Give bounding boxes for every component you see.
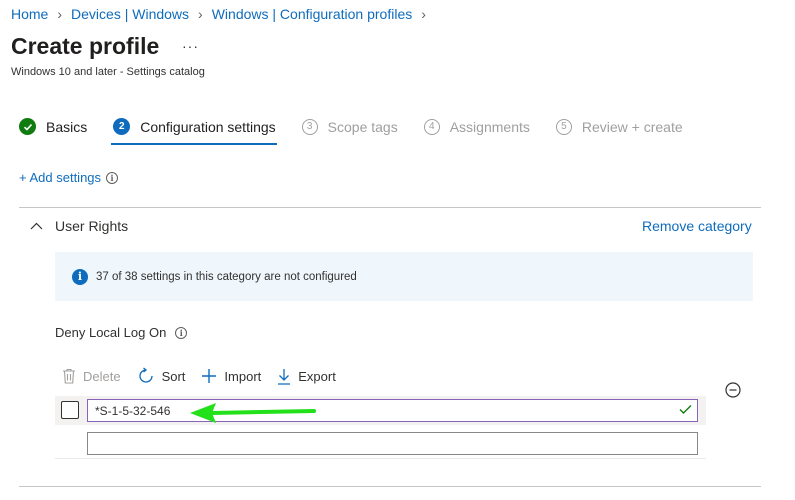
page-title: Create profile [11, 33, 160, 59]
plus-icon [202, 369, 217, 383]
step-number: 4 [423, 118, 440, 135]
chevron-right-icon: › [57, 6, 63, 22]
setting-value-input[interactable] [87, 399, 698, 422]
more-options-button[interactable]: ··· [182, 38, 199, 54]
step-review-create[interactable]: 5 Review + create [555, 118, 683, 137]
delete-button[interactable]: Delete [62, 368, 121, 384]
download-icon [278, 368, 291, 385]
info-icon[interactable]: i [175, 326, 188, 339]
sort-label: Sort [161, 368, 186, 384]
step-label: Assignments [449, 118, 530, 135]
divider [19, 207, 761, 208]
export-label: Export [298, 368, 336, 384]
add-settings-link[interactable]: + Add settings i [19, 170, 119, 185]
step-number: 3 [301, 118, 318, 135]
page-subtitle: Windows 10 and later - Settings catalog [11, 66, 205, 78]
export-button[interactable]: Export [277, 368, 336, 385]
step-number: 2 [113, 118, 131, 135]
category-name: User Rights [55, 218, 129, 234]
info-message-bar: i 37 of 38 settings in this category are… [55, 252, 753, 301]
breadcrumb-configuration-profiles[interactable]: Windows | Configuration profiles [212, 6, 413, 22]
divider [19, 486, 761, 487]
chevron-right-icon: › [421, 6, 426, 22]
checkmark-icon [679, 405, 692, 414]
chevron-right-icon: › [198, 6, 203, 22]
info-message-text: 37 of 38 settings in this category are n… [96, 270, 357, 283]
add-settings-label: + Add settings [19, 170, 102, 185]
divider [55, 458, 706, 459]
category-header[interactable]: User Rights [30, 218, 128, 234]
breadcrumb: Home › Devices | Windows › Windows | Con… [11, 6, 435, 22]
step-scope-tags[interactable]: 3 Scope tags [301, 118, 398, 137]
delete-label: Delete [83, 368, 121, 384]
setting-toolbar: Delete Sort Import Export [62, 367, 352, 385]
breadcrumb-home[interactable]: Home [11, 6, 48, 22]
remove-setting-icon[interactable] [725, 382, 741, 398]
step-label: Review + create [581, 118, 683, 135]
step-number: 5 [555, 118, 572, 135]
remove-category-link[interactable]: Remove category [642, 218, 752, 234]
import-label: Import [224, 368, 262, 384]
info-icon: i [72, 268, 88, 285]
trash-icon [63, 368, 75, 384]
step-configuration-settings[interactable]: 2 Configuration settings [111, 118, 278, 145]
annotation-arrow-icon [190, 403, 316, 423]
import-button[interactable]: Import [201, 368, 261, 384]
checkmark-icon [19, 118, 36, 135]
wizard-steps: Basics 2 Configuration settings 3 Scope … [19, 118, 709, 145]
step-label: Basics [46, 118, 88, 135]
step-basics[interactable]: Basics [19, 118, 87, 137]
refresh-icon [138, 367, 153, 383]
chevron-up-icon[interactable] [30, 222, 43, 230]
new-setting-value-input[interactable] [87, 432, 698, 455]
setting-name: Deny Local Log On [55, 325, 167, 340]
step-label: Scope tags [327, 118, 398, 135]
step-assignments[interactable]: 4 Assignments [423, 118, 530, 137]
info-icon[interactable]: i [106, 171, 119, 184]
sort-button[interactable]: Sort [137, 367, 186, 385]
setting-label: Deny Local Log On i [55, 325, 188, 340]
breadcrumb-devices-windows[interactable]: Devices | Windows [71, 6, 189, 22]
step-label: Configuration settings [140, 118, 276, 135]
row-checkbox[interactable] [61, 401, 79, 419]
